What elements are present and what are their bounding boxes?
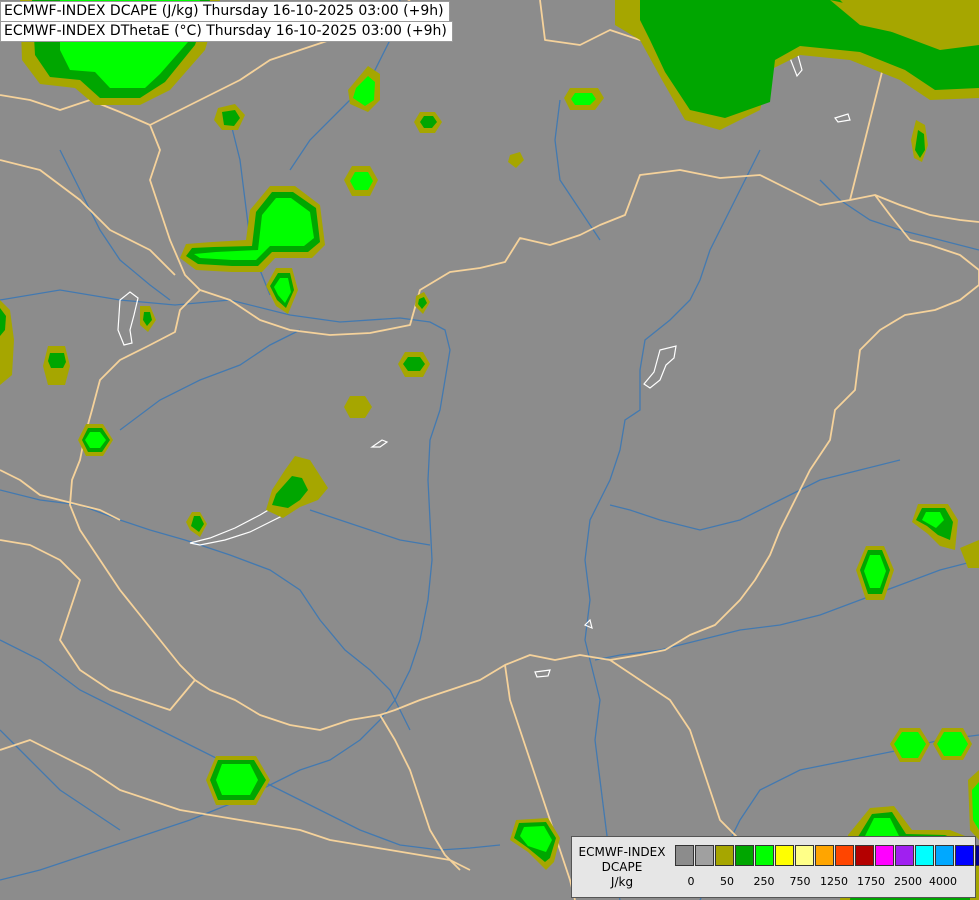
legend-swatch [875,845,894,866]
legend-title-model: ECMWF-INDEX [578,845,666,859]
legend-swatch [795,845,814,866]
map-title-dcape: ECMWF-INDEX DCAPE (J/kg) Thursday 16-10-… [0,1,450,22]
legend-tick-label: 0 [687,875,695,888]
legend-swatch [695,845,714,866]
legend-swatch [715,845,734,866]
legend-tick-label: 1250 [820,875,848,888]
legend-title-variable: DCAPE [601,860,643,874]
legend-swatch [855,845,874,866]
legend-swatch [835,845,854,866]
legend-tick-label: 250 [753,875,775,888]
legend-tick-label: 50 [720,875,734,888]
legend-swatch [775,845,794,866]
legend-tick-label: 1750 [857,875,885,888]
dcape-map[interactable] [0,0,979,900]
legend-swatch [675,845,694,866]
color-legend: ECMWF-INDEX DCAPE J/kg 0 50 250 750 1250 1750… [571,836,979,898]
legend-tick-label: 2500 [894,875,922,888]
legend-unit: J/kg [610,875,634,889]
legend-swatches [675,845,979,866]
legend-swatch [975,845,979,866]
legend-swatch [935,845,954,866]
legend-swatch [755,845,774,866]
legend-tick-label: 750 [789,875,811,888]
map-title-dthetae: ECMWF-INDEX DThetaE (°C) Thursday 16-10-… [0,21,453,42]
legend-title: ECMWF-INDEX DCAPE J/kg [572,845,672,890]
legend-swatch [735,845,754,866]
legend-swatch [915,845,934,866]
legend-tick-label: 4000 [929,875,957,888]
legend-swatch [895,845,914,866]
legend-swatch [815,845,834,866]
legend-swatch [955,845,974,866]
